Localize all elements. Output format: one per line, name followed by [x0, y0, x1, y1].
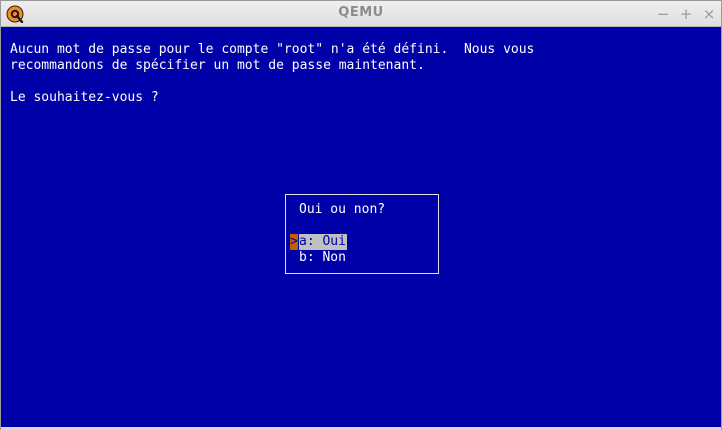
title-bar[interactable]: QEMU − + × [1, 1, 721, 27]
selection-cursor: > [290, 234, 298, 250]
yes-no-dialog: Oui ou non? > a: Oui b: Non [285, 194, 439, 274]
dialog-title: Oui ou non? [299, 202, 386, 217]
window-title: QEMU [338, 5, 384, 20]
minimize-button[interactable]: − [654, 5, 672, 23]
qemu-window: QEMU − + × Aucun mot de passe pour le co… [0, 0, 722, 430]
console-message-line-2: recommandons de spécifier un mot de pass… [10, 58, 425, 73]
console-question: Le souhaitez-vous ? [10, 90, 159, 105]
option-yes[interactable]: a: Oui [299, 234, 347, 250]
vm-console-screen[interactable]: Aucun mot de passe pour le compte "root"… [1, 27, 721, 427]
option-no[interactable]: b: Non [299, 250, 346, 266]
maximize-button[interactable]: + [677, 5, 695, 23]
console-message-line-1: Aucun mot de passe pour le compte "root"… [10, 42, 535, 57]
close-button[interactable]: × [700, 5, 718, 23]
